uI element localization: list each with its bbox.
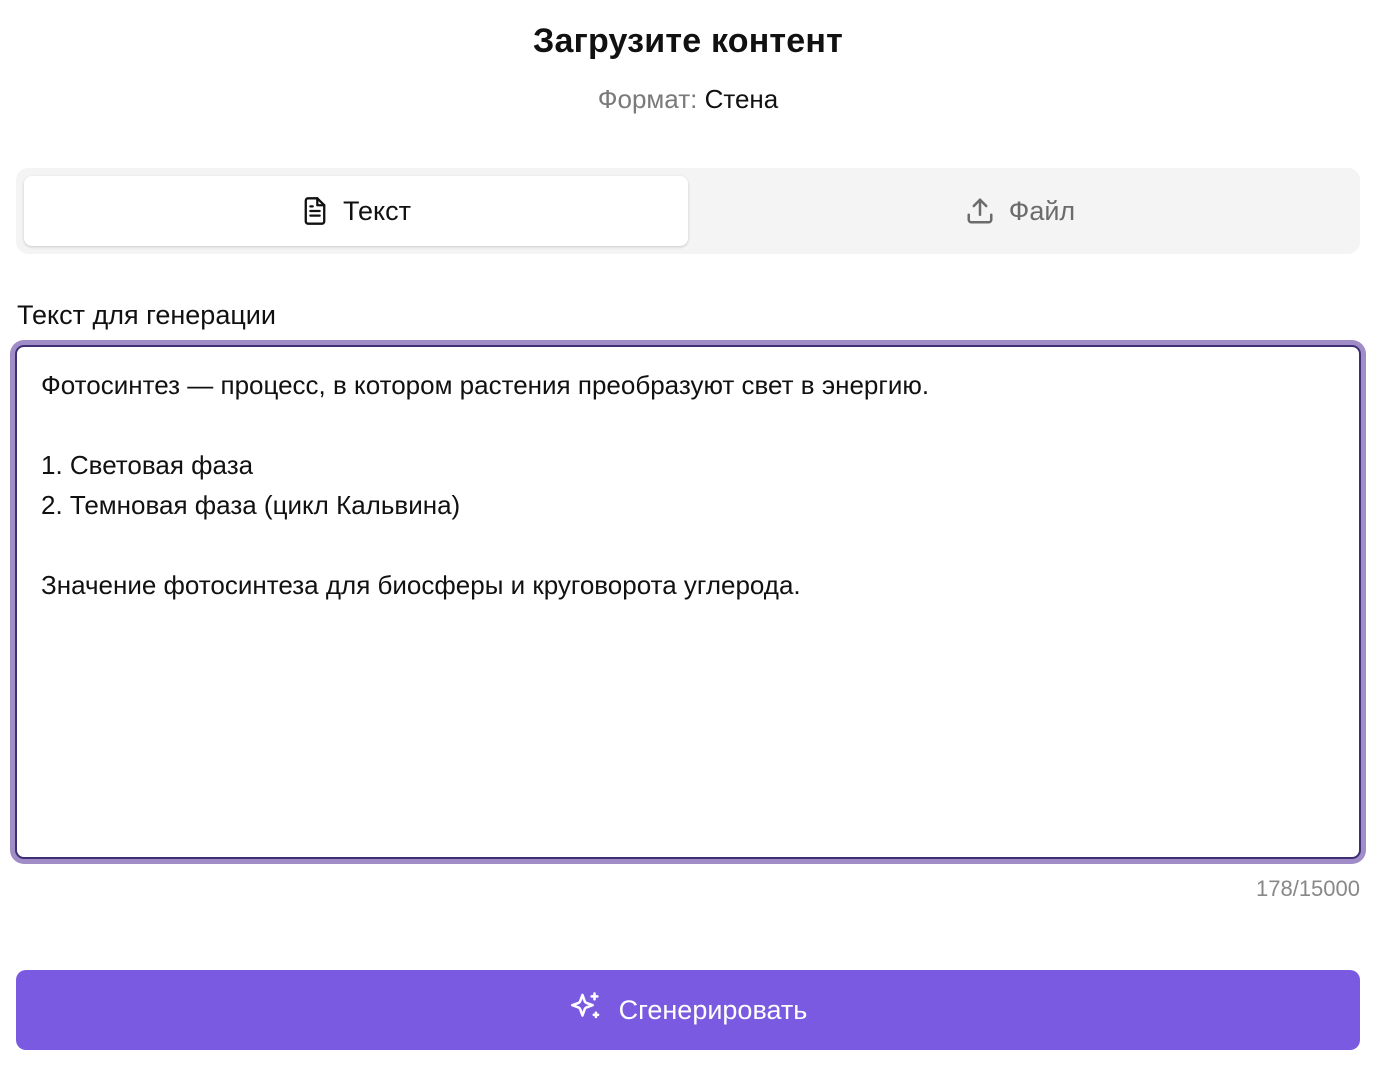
sparkles-icon <box>569 990 603 1031</box>
tab-text[interactable]: Текст <box>24 176 688 246</box>
format-value: Стена <box>704 84 779 114</box>
generate-button-label: Сгенерировать <box>618 994 808 1025</box>
upload-icon <box>965 196 995 226</box>
document-icon <box>301 196 329 226</box>
page-title: Загрузите контент <box>533 22 843 60</box>
text-field-label: Текст для генерации <box>17 300 276 330</box>
format-label: Формат: <box>597 84 698 114</box>
textarea-focus-ring <box>10 340 1366 864</box>
format-line: Формат: Стена <box>0 84 1376 115</box>
character-counter: 178/15000 <box>1256 876 1360 901</box>
input-mode-tabs: Текст Файл <box>16 168 1360 254</box>
tab-file-label: Файл <box>1008 195 1076 226</box>
upload-content-page: Загрузите контент Формат: Стена Текст Фа… <box>0 0 1376 1066</box>
tab-file[interactable]: Файл <box>688 176 1352 246</box>
generate-button[interactable]: Сгенерировать <box>16 970 1360 1050</box>
generation-text-input[interactable] <box>15 345 1361 859</box>
tab-text-label: Текст <box>343 195 411 226</box>
